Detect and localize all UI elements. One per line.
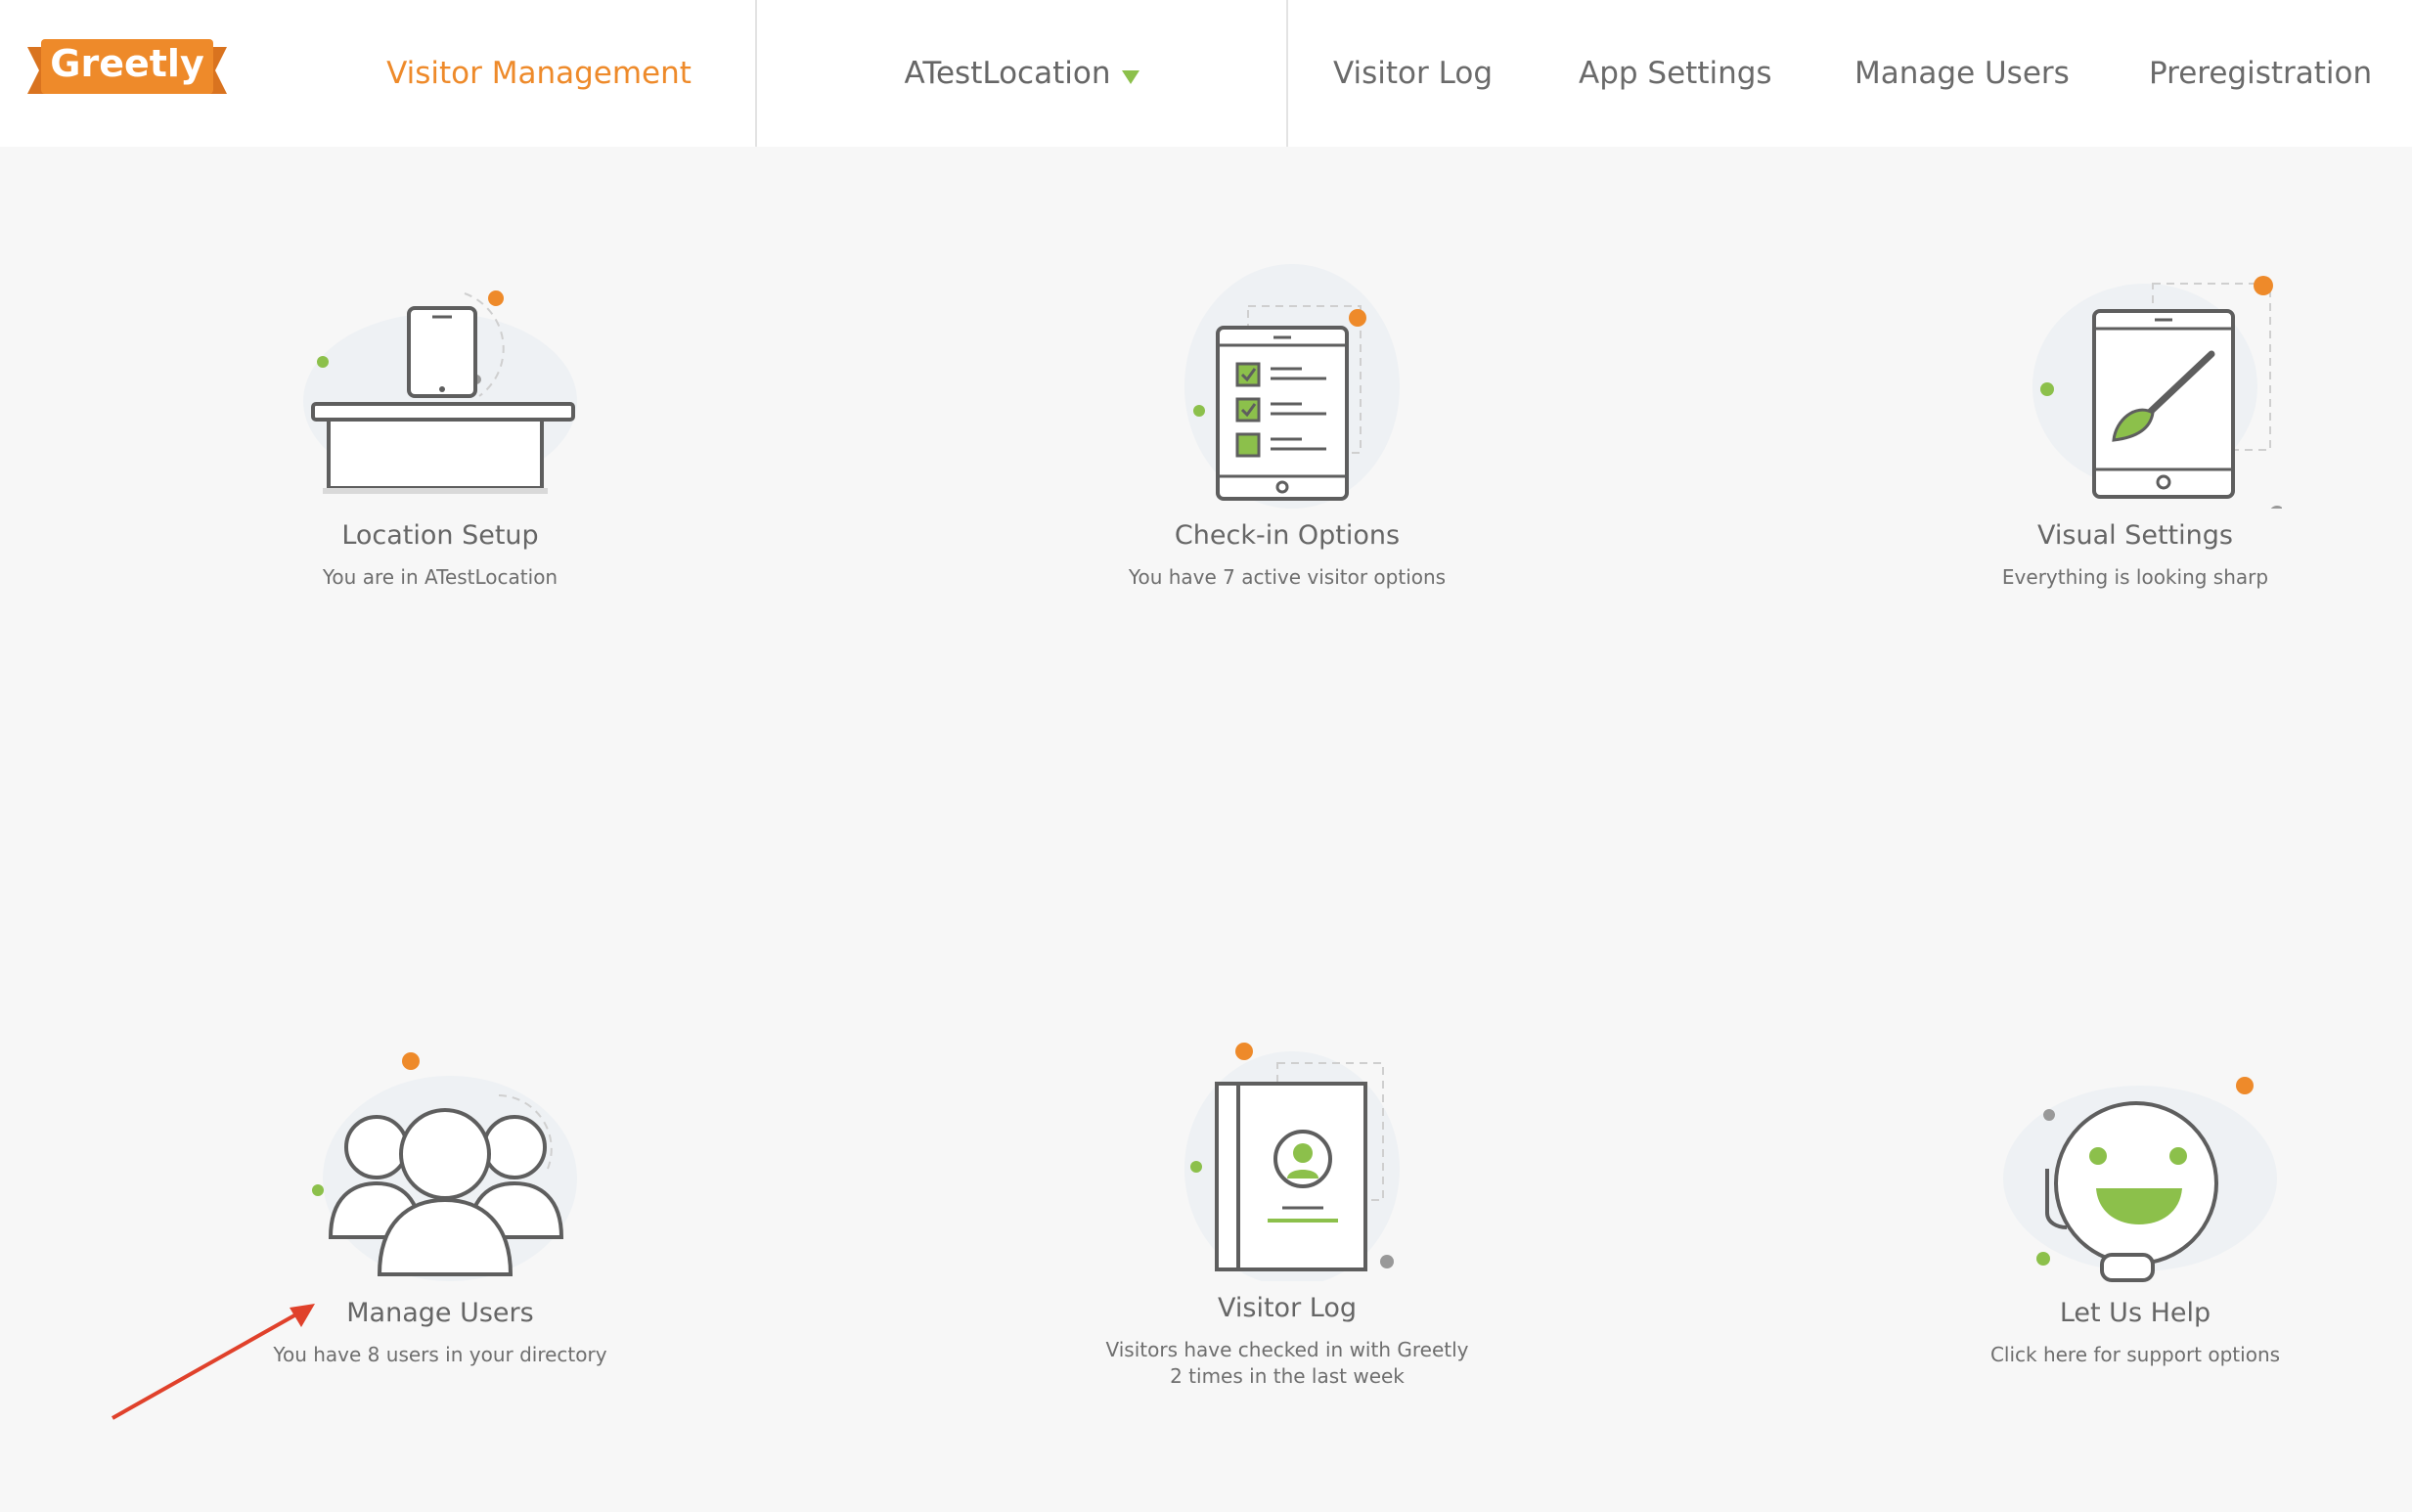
card-title: Visitor Log (1218, 1293, 1357, 1323)
card-subtitle-line: Visitors have checked in with Greetly (1105, 1338, 1469, 1361)
card-title: Let Us Help (2059, 1298, 2211, 1328)
card-subtitle: You have 7 active visitor options (1128, 565, 1447, 589)
location-dropdown-label: ATestLocation (904, 56, 1111, 91)
nav-manage-users[interactable]: Manage Users (1854, 0, 2070, 147)
card-checkin-options[interactable]: Check-in Options You have 7 active visit… (994, 259, 1581, 591)
card-let-us-help[interactable]: Let Us Help Click here for support optio… (1842, 1042, 2412, 1368)
card-subtitle: Click here for support options (1989, 1343, 2281, 1366)
card-subtitle-line: 2 times in the last week (1170, 1364, 1405, 1388)
card-title: Visual Settings (2037, 520, 2233, 551)
paintbrush-tablet-icon (2032, 276, 2282, 509)
card-title: Check-in Options (1174, 520, 1401, 551)
desk-tablet-icon (303, 290, 577, 494)
card-subtitle: Visitors have checked in with Greetly 2 … (994, 1337, 1581, 1390)
visitor-book-icon (1184, 1043, 1400, 1281)
card-subtitle: Everything is looking sharp (2001, 565, 2269, 589)
top-nav-bar: Greetly Visitor Management ATestLocation… (0, 0, 2412, 147)
caret-down-icon (1122, 70, 1140, 84)
greetly-logo[interactable]: Greetly (27, 37, 227, 104)
nav-divider (1286, 0, 1288, 147)
card-title: Location Setup (341, 520, 539, 551)
users-group-icon (312, 1052, 577, 1281)
nav-visitor-management[interactable]: Visitor Management (323, 0, 755, 147)
svg-text:Greetly: Greetly (50, 42, 204, 85)
checklist-tablet-icon (1184, 264, 1400, 509)
nav-visitor-log[interactable]: Visitor Log (1333, 0, 1493, 147)
nav-preregistration[interactable]: Preregistration (2149, 0, 2372, 147)
annotation-arrow (112, 1304, 315, 1420)
card-visual-settings[interactable]: Visual Settings Everything is looking sh… (1842, 264, 2412, 591)
smiley-headset-icon (2003, 1077, 2277, 1282)
card-visitor-log[interactable]: Visitor Log Visitors have checked in wit… (994, 1032, 1581, 1390)
nav-app-settings[interactable]: App Settings (1579, 0, 1772, 147)
card-subtitle: You are in ATestLocation (322, 565, 558, 589)
location-dropdown[interactable]: ATestLocation (757, 0, 1287, 147)
nav-links: Visitor Log App Settings Manage Users Pr… (1289, 0, 2412, 147)
card-location-setup[interactable]: Location Setup You are in ATestLocation (147, 264, 734, 591)
